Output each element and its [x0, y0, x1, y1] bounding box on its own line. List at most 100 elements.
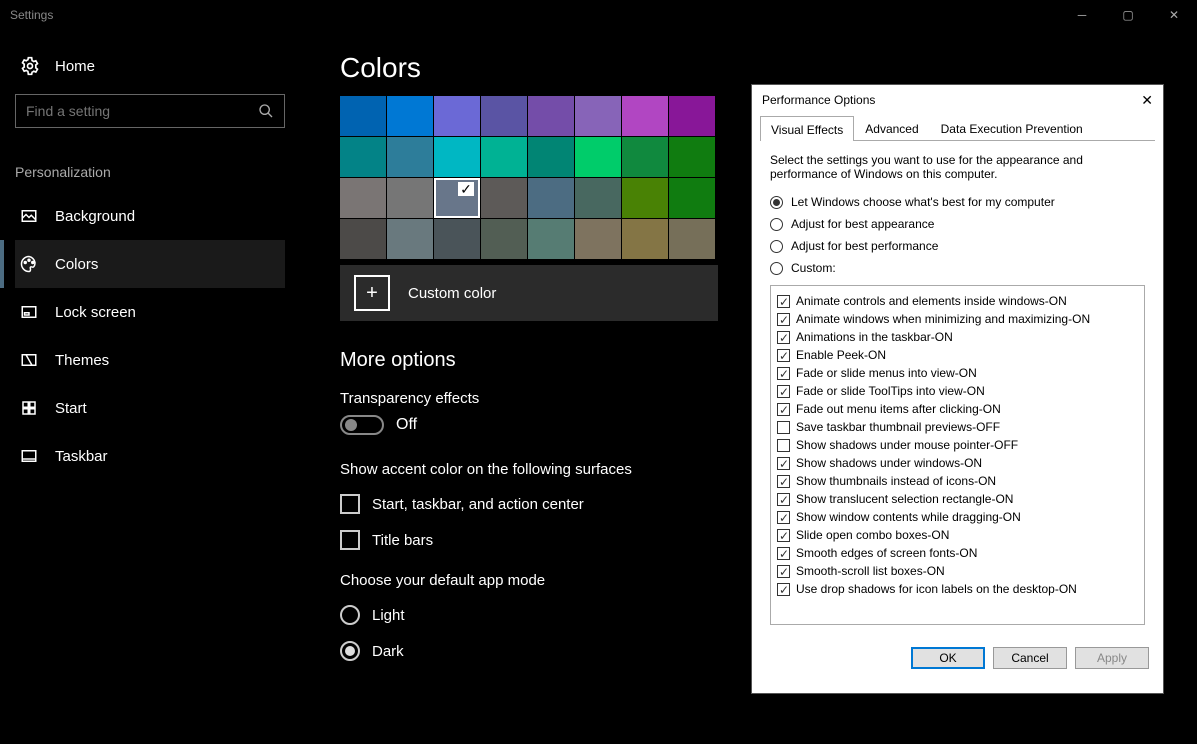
- color-swatch[interactable]: [481, 178, 527, 218]
- checkbox-label: Show shadows under mouse pointer-OFF: [796, 436, 1018, 454]
- color-swatch[interactable]: [340, 137, 386, 177]
- effect-checkbox[interactable]: Show translucent selection rectangle-ON: [777, 490, 1138, 508]
- color-swatch[interactable]: [622, 178, 668, 218]
- color-swatch[interactable]: [434, 96, 480, 136]
- effect-checkbox[interactable]: Enable Peek-ON: [777, 346, 1138, 364]
- checkbox-label: Title bars: [372, 532, 433, 549]
- color-swatch[interactable]: [387, 137, 433, 177]
- effect-checkbox[interactable]: Animate controls and elements inside win…: [777, 292, 1138, 310]
- color-swatch[interactable]: [528, 137, 574, 177]
- checkbox-icon: [777, 439, 790, 452]
- sidebar-item-lockscreen[interactable]: Lock screen: [15, 288, 285, 336]
- effect-checkbox[interactable]: Smooth edges of screen fonts-ON: [777, 544, 1138, 562]
- sidebar-item-background[interactable]: Background: [15, 192, 285, 240]
- tab-dep[interactable]: Data Execution Prevention: [930, 115, 1094, 140]
- color-swatch[interactable]: [575, 178, 621, 218]
- color-swatch[interactable]: [622, 96, 668, 136]
- color-swatch[interactable]: [669, 96, 715, 136]
- effect-checkbox[interactable]: Show thumbnails instead of icons-ON: [777, 472, 1138, 490]
- checkbox-icon: [777, 547, 790, 560]
- ok-button[interactable]: OK: [911, 647, 985, 669]
- dialog-titlebar: Performance Options ✕: [752, 85, 1163, 115]
- radio-label: Adjust for best performance: [791, 239, 938, 253]
- checkbox-icon: [777, 511, 790, 524]
- color-swatch[interactable]: [434, 178, 480, 218]
- perf-radio[interactable]: Let Windows choose what's best for my co…: [770, 195, 1145, 209]
- effect-checkbox[interactable]: Fade or slide menus into view-ON: [777, 364, 1138, 382]
- checkbox-icon: [777, 313, 790, 326]
- color-swatch[interactable]: [575, 96, 621, 136]
- effect-checkbox[interactable]: Save taskbar thumbnail previews-OFF: [777, 418, 1138, 436]
- color-swatch[interactable]: [434, 137, 480, 177]
- perf-radio[interactable]: Adjust for best performance: [770, 239, 1145, 253]
- effect-checkbox[interactable]: Use drop shadows for icon labels on the …: [777, 580, 1138, 598]
- sidebar-item-taskbar[interactable]: Taskbar: [15, 432, 285, 480]
- effect-checkbox[interactable]: Animations in the taskbar-ON: [777, 328, 1138, 346]
- color-swatch[interactable]: [481, 137, 527, 177]
- search-icon: [258, 103, 274, 119]
- color-swatch[interactable]: [528, 219, 574, 259]
- apply-button[interactable]: Apply: [1075, 647, 1149, 669]
- checkbox-icon: [777, 493, 790, 506]
- effect-checkbox[interactable]: Fade or slide ToolTips into view-ON: [777, 382, 1138, 400]
- color-swatch[interactable]: [340, 178, 386, 218]
- checkbox-label: Animate windows when minimizing and maxi…: [796, 310, 1090, 328]
- effect-checkbox[interactable]: Fade out menu items after clicking-ON: [777, 400, 1138, 418]
- checkbox-icon: [777, 457, 790, 470]
- color-swatch[interactable]: [387, 219, 433, 259]
- cancel-button[interactable]: Cancel: [993, 647, 1067, 669]
- sidebar-item-colors[interactable]: Colors: [15, 240, 285, 288]
- effect-checkbox[interactable]: Show shadows under mouse pointer-OFF: [777, 436, 1138, 454]
- maximize-button[interactable]: ▢: [1105, 0, 1151, 30]
- color-swatch[interactable]: [669, 178, 715, 218]
- radio-label: Let Windows choose what's best for my co…: [791, 195, 1055, 209]
- search-box[interactable]: [15, 94, 285, 128]
- checkbox-icon: [340, 494, 360, 514]
- sidebar-item-themes[interactable]: Themes: [15, 336, 285, 384]
- radio-icon: [340, 605, 360, 625]
- perf-radio[interactable]: Custom:: [770, 261, 1145, 275]
- tab-visual-effects[interactable]: Visual Effects: [760, 116, 854, 141]
- effects-list: Animate controls and elements inside win…: [770, 285, 1145, 625]
- color-swatch[interactable]: [481, 219, 527, 259]
- color-swatch[interactable]: [434, 219, 480, 259]
- tab-advanced[interactable]: Advanced: [854, 115, 929, 140]
- minimize-button[interactable]: ─: [1059, 0, 1105, 30]
- color-swatch[interactable]: [340, 219, 386, 259]
- color-swatch[interactable]: [622, 137, 668, 177]
- color-swatch[interactable]: [622, 219, 668, 259]
- color-swatch[interactable]: [387, 178, 433, 218]
- checkbox-label: Start, taskbar, and action center: [372, 496, 584, 513]
- effect-checkbox[interactable]: Smooth-scroll list boxes-ON: [777, 562, 1138, 580]
- color-swatch[interactable]: [387, 96, 433, 136]
- effect-checkbox[interactable]: Slide open combo boxes-ON: [777, 526, 1138, 544]
- color-swatch[interactable]: [669, 137, 715, 177]
- checkbox-icon: [777, 295, 790, 308]
- color-swatch[interactable]: [669, 219, 715, 259]
- performance-options-dialog: Performance Options ✕ Visual Effects Adv…: [751, 84, 1164, 694]
- perf-radio[interactable]: Adjust for best appearance: [770, 217, 1145, 231]
- custom-color-button[interactable]: + Custom color: [340, 265, 718, 321]
- color-swatch[interactable]: [528, 96, 574, 136]
- color-swatch[interactable]: [528, 178, 574, 218]
- checkbox-label: Smooth-scroll list boxes-ON: [796, 562, 945, 580]
- color-swatch[interactable]: [575, 219, 621, 259]
- palette-icon: [20, 255, 38, 273]
- dialog-close-button[interactable]: ✕: [1141, 92, 1153, 109]
- home-link[interactable]: Home: [15, 48, 285, 94]
- color-swatch[interactable]: [575, 137, 621, 177]
- close-button[interactable]: ✕: [1151, 0, 1197, 30]
- checkbox-icon: [777, 475, 790, 488]
- effect-checkbox[interactable]: Show shadows under windows-ON: [777, 454, 1138, 472]
- effect-checkbox[interactable]: Show window contents while dragging-ON: [777, 508, 1138, 526]
- checkbox-label: Smooth edges of screen fonts-ON: [796, 544, 977, 562]
- effect-checkbox[interactable]: Animate windows when minimizing and maxi…: [777, 310, 1138, 328]
- color-swatch[interactable]: [340, 96, 386, 136]
- checkbox-label: Fade or slide menus into view-ON: [796, 364, 977, 382]
- search-input[interactable]: [26, 103, 258, 119]
- color-swatch[interactable]: [481, 96, 527, 136]
- checkbox-label: Show shadows under windows-ON: [796, 454, 982, 472]
- sidebar-item-start[interactable]: Start: [15, 384, 285, 432]
- checkbox-icon: [777, 565, 790, 578]
- checkbox-icon: [777, 421, 790, 434]
